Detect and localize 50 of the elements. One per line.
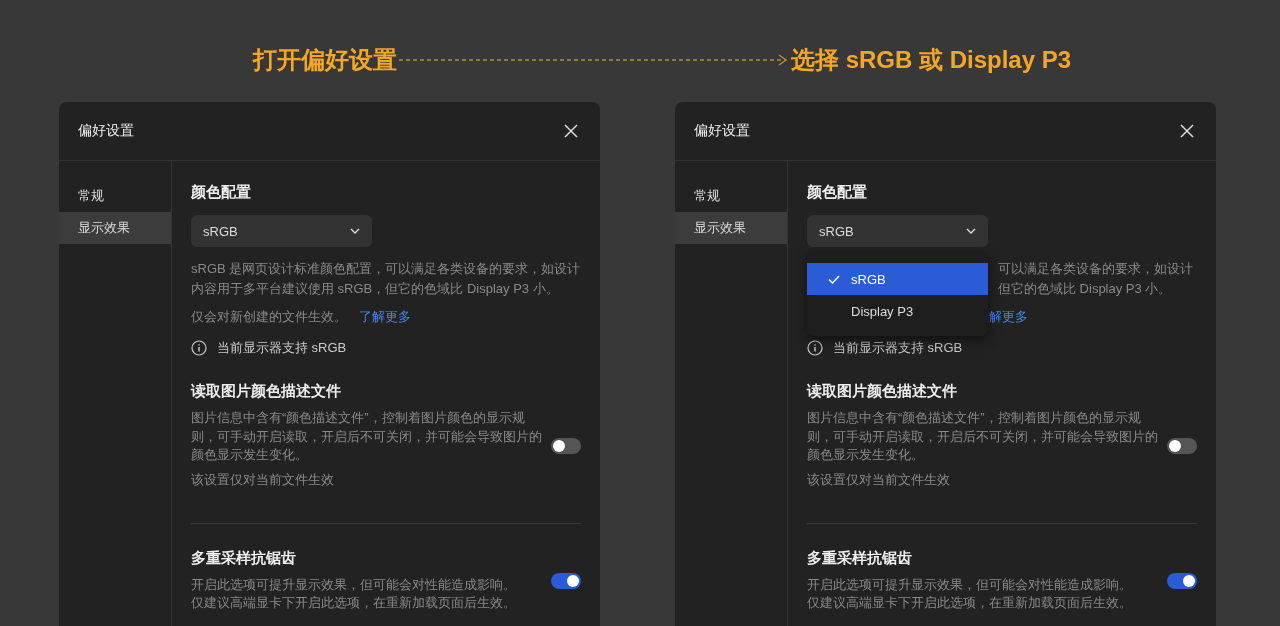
sidebar-item[interactable]: 常规: [675, 180, 787, 212]
note-text: 仅会对新创建的文件生效。: [191, 308, 347, 326]
description-text: 开启此选项可提升显示效果，但可能会对性能造成影响。: [191, 575, 516, 594]
description-text: 可以满足各类设备的要求，如设计: [998, 260, 1194, 278]
description-text: 颜色显示发生变化。: [807, 446, 925, 464]
step-title: 打开偏好设置: [253, 44, 397, 75]
description-text: 颜色显示发生变化。: [191, 446, 309, 464]
description-text: 图片信息中含有“颜色描述文件”，控制着图片颜色的显示规: [807, 409, 1142, 427]
description-text: 图片信息中含有“颜色描述文件”，控制着图片颜色的显示规: [191, 409, 526, 427]
chevron-down-icon: [350, 228, 360, 234]
chevron-down-icon: [966, 228, 976, 234]
dialog-title: 偏好设置: [694, 122, 750, 140]
description-text: 但它的色域比 Display P3 小。: [998, 280, 1173, 298]
close-icon[interactable]: [1180, 124, 1194, 138]
section-heading: 颜色配置: [191, 183, 252, 202]
check-icon: [828, 274, 840, 284]
description-text: sRGB 是网页设计标准颜色配置，可以满足各类设备的要求，如设计: [191, 260, 581, 278]
learn-more-link[interactable]: 解更多: [989, 308, 1028, 326]
description-text: 仅建议高端显卡下开启此选项，在重新加载页面后生效。: [191, 594, 516, 612]
sidebar-item[interactable]: 显示效果: [59, 212, 171, 244]
profile-dropdown[interactable]: sRGB: [191, 215, 372, 247]
description-text: 则，可手动开启读取，开启后不可关闭，并可能会导致图片的: [807, 427, 1158, 446]
note-text: 该设置仅对当前文件生效: [191, 470, 335, 489]
description-text: 开启此选项可提升显示效果，但可能会对性能造成影响。: [807, 575, 1132, 594]
dialog-title: 偏好设置: [78, 122, 134, 140]
info-icon: [807, 340, 823, 356]
support-text: 当前显示器支持 sRGB: [217, 339, 347, 357]
toggle-switch[interactable]: [1167, 573, 1197, 589]
sidebar-item[interactable]: 常规: [59, 180, 171, 212]
section-heading: 读取图片颜色描述文件: [807, 382, 958, 401]
toggle-switch[interactable]: [551, 437, 581, 454]
description-text: 仅建议高端显卡下开启此选项，在重新加载页面后生效。: [807, 594, 1132, 612]
support-text: 当前显示器支持 sRGB: [833, 339, 963, 357]
section-heading: 颜色配置: [807, 183, 868, 202]
sidebar-item[interactable]: 显示效果: [675, 212, 787, 244]
profile-dropdown[interactable]: sRGB: [807, 215, 988, 247]
menu-option[interactable]: sRGB: [807, 263, 988, 295]
description-text: 内容用于多平台建议使用 sRGB，但它的色域比 Display P3 小。: [191, 280, 560, 298]
section-heading: 多重采样抗锯齿: [191, 548, 297, 568]
note-text: 该设置仅对当前文件生效: [807, 470, 951, 489]
close-icon[interactable]: [564, 124, 578, 138]
learn-more-link[interactable]: 了解更多: [359, 308, 411, 326]
menu-option[interactable]: Display P3: [807, 295, 988, 327]
section-heading: 读取图片颜色描述文件: [191, 382, 342, 401]
toggle-switch[interactable]: [1167, 437, 1197, 454]
info-icon: [191, 340, 207, 356]
section-heading: 多重采样抗锯齿: [807, 548, 913, 568]
toggle-switch[interactable]: [551, 573, 581, 589]
step-title: 选择 sRGB 或 Display P3: [791, 44, 1072, 75]
description-text: 则，可手动开启读取，开启后不可关闭，并可能会导致图片的: [191, 427, 542, 446]
